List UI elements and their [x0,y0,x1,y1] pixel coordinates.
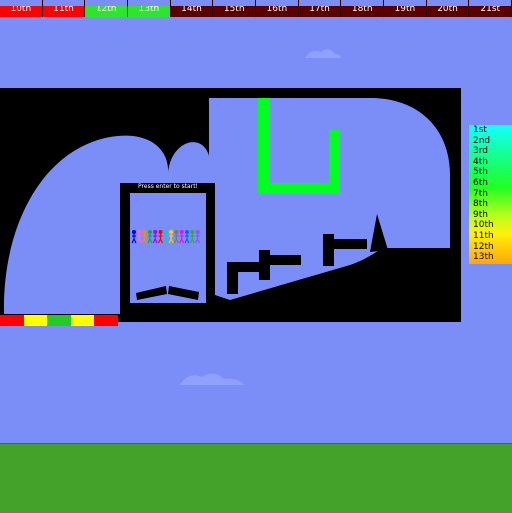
start-stripe [0,315,24,326]
start-line-stripes [0,315,118,326]
ground [0,443,512,513]
ranking-item: 6th [473,177,488,188]
ranking-item: 3rd [473,146,488,157]
cloud [305,49,341,58]
ranking-item: 13th [473,252,494,263]
race-course [0,49,461,385]
ranking-item: 11th [473,230,494,241]
start-stripe [23,315,48,326]
start-stripe [70,315,95,326]
cloud [180,373,244,385]
ledge [323,234,334,266]
ranking-item: 2nd [473,135,491,146]
start-stripe [47,315,71,326]
start-stripe [94,315,118,326]
ranking-item: 10th [473,220,494,231]
ranking-item: 8th [473,199,488,210]
ledge [259,255,301,265]
ledge [323,239,367,249]
ranking-item: 12th [473,241,494,252]
ranking-panel: 1st 2nd 3rd 4th 5th 6th 7th 8th 9th 10th 11th 12th 1… [469,125,512,264]
ranking-item: 4th [473,156,488,167]
ranking-item: 5th [473,167,488,178]
ranking-item: 7th [473,188,488,199]
start-prompt: Press enter to start! [138,183,198,190]
ranking-item: 1st [473,125,487,135]
ranking-item: 9th [473,209,488,220]
start-box [130,193,206,303]
